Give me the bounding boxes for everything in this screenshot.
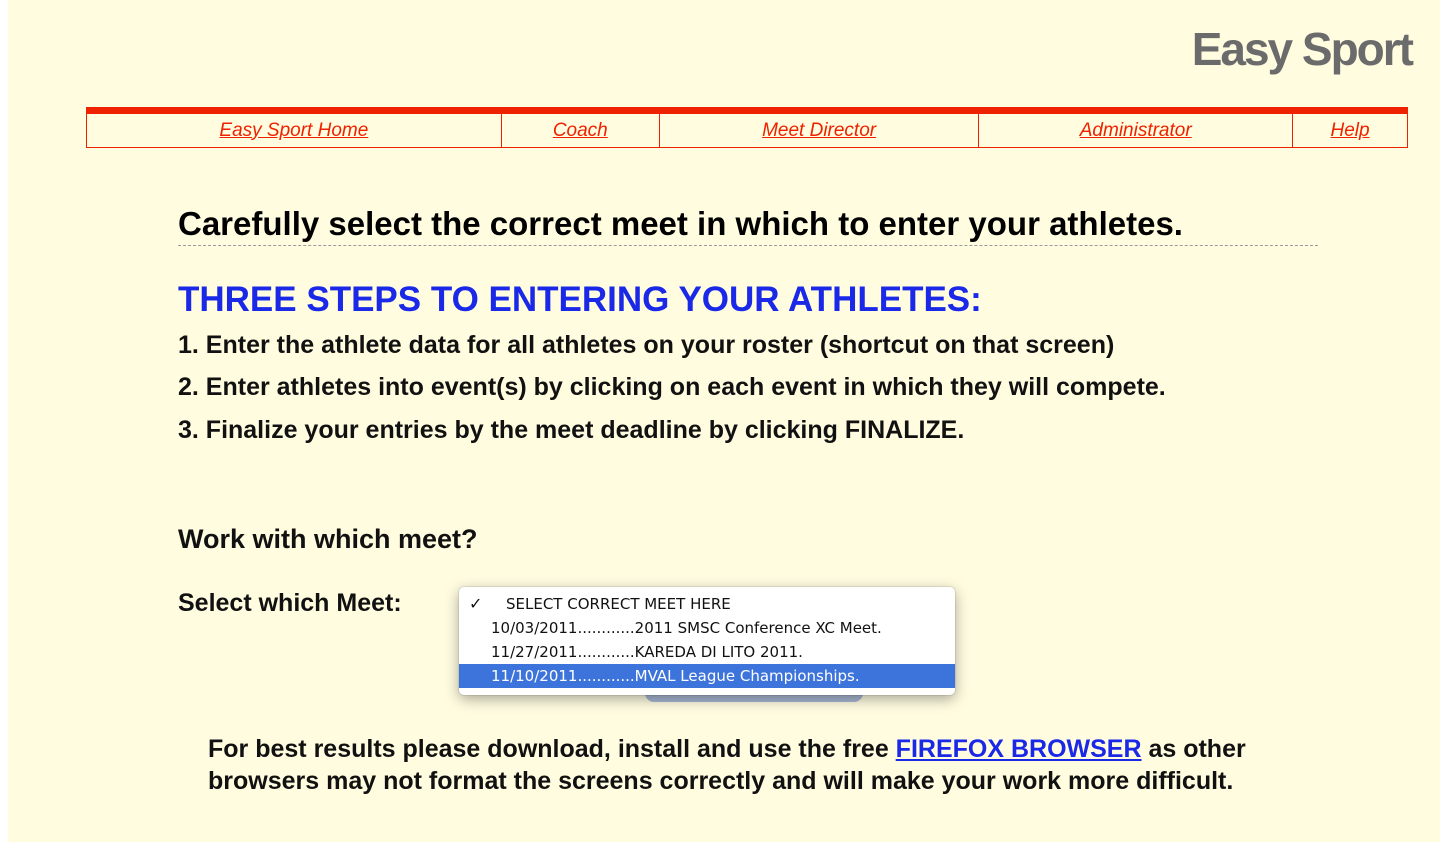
steps-title: THREE STEPS TO ENTERING YOUR ATHLETES:	[178, 280, 982, 319]
meet-option-label: SELECT CORRECT MEET HERE	[506, 595, 731, 613]
nav-link-administrator[interactable]: Administrator	[1080, 120, 1192, 141]
nav-link-coach[interactable]: Coach	[553, 120, 608, 141]
meet-option-kareda[interactable]: 11/27/2011............KAREDA DI LITO 201…	[459, 640, 955, 664]
step-3: 3. Finalize your entries by the meet dea…	[178, 416, 965, 444]
page: Easy Sport Easy Sport Home Coach Meet Di…	[8, 0, 1440, 842]
firefox-browser-link[interactable]: FIREFOX BROWSER	[896, 735, 1142, 763]
nav-cell-meet-director: Meet Director	[658, 113, 980, 148]
nav-link-easy-sport-home[interactable]: Easy Sport Home	[219, 120, 368, 141]
meet-question: Work with which meet?	[178, 524, 478, 554]
nav-cell-administrator: Administrator	[978, 113, 1294, 148]
checkmark-icon: ✓	[469, 594, 483, 613]
meet-select-dropdown[interactable]: ✓ SELECT CORRECT MEET HERE 10/03/2011...…	[459, 587, 955, 695]
meet-option-smsc[interactable]: 10/03/2011............2011 SMSC Conferen…	[459, 616, 955, 640]
nav-link-meet-director[interactable]: Meet Director	[762, 120, 876, 141]
step-2: 2. Enter athletes into event(s) by click…	[178, 373, 1166, 401]
browser-note: For best results please download, instal…	[208, 733, 1288, 797]
browser-note-before: For best results please download, instal…	[208, 735, 896, 763]
meet-option-placeholder[interactable]: ✓ SELECT CORRECT MEET HERE	[459, 592, 955, 616]
nav-link-help[interactable]: Help	[1331, 120, 1370, 141]
main-nav: Easy Sport Home Coach Meet Director Admi…	[86, 107, 1408, 148]
nav-cell-help: Help	[1292, 113, 1408, 148]
nav-cell-coach: Coach	[500, 113, 660, 148]
easy-sport-logo: Easy Sport	[1191, 23, 1414, 75]
page-heading: Carefully select the correct meet in whi…	[178, 205, 1318, 246]
select-meet-label: Select which Meet:	[178, 589, 402, 617]
nav-cell-home: Easy Sport Home	[86, 113, 502, 148]
meet-option-mval[interactable]: 11/10/2011............MVAL League Champi…	[459, 664, 955, 688]
step-1: 1. Enter the athlete data for all athlet…	[178, 331, 1115, 359]
